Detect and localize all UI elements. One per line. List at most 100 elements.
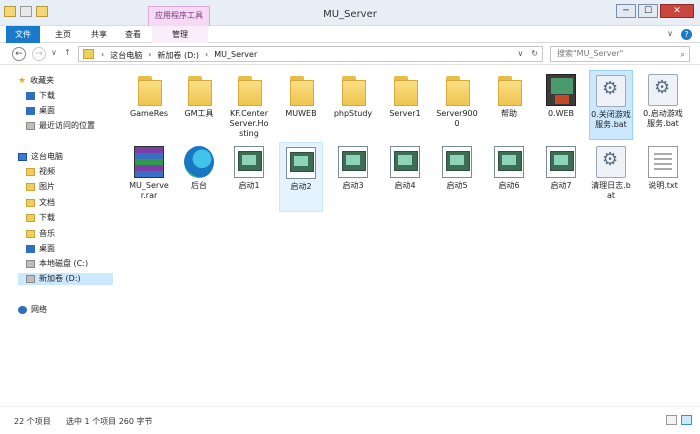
file-item[interactable]: Server1 (383, 70, 427, 140)
shortcut-icon (286, 147, 316, 179)
edge-browser-icon (184, 146, 214, 178)
file-item[interactable]: 启动4 (383, 142, 427, 212)
videos-icon (26, 168, 35, 176)
file-item[interactable]: 0.启动游戏服务.bat (641, 70, 685, 140)
shortcut-icon (338, 146, 368, 178)
window-controls: ─ ☐ ✕ (616, 4, 694, 18)
folder-icon (83, 49, 94, 59)
file-item[interactable]: 0.WEB (539, 70, 583, 140)
file-item[interactable]: MU_Server.rar (127, 142, 171, 212)
file-item[interactable]: 帮助 (487, 70, 531, 140)
sidebar-item-this-pc[interactable]: 这台电脑 (18, 151, 63, 163)
tab-share[interactable]: 共享 (84, 26, 114, 43)
minimize-button[interactable]: ─ (616, 4, 636, 18)
shortcut-icon (390, 146, 420, 178)
refresh-icon[interactable]: ↻ (531, 49, 538, 58)
address-bar[interactable]: › 这台电脑 › 新加卷 (D:) › MU_Server ∨ ↻ (78, 46, 543, 62)
sidebar-item-documents[interactable]: 文档 (26, 197, 55, 209)
help-icon[interactable]: ? (681, 29, 692, 40)
forward-button[interactable]: → (32, 47, 46, 61)
file-item[interactable]: 说明.txt (641, 142, 685, 212)
folder-icon (184, 74, 214, 106)
address-tail: ∨ ↻ (517, 49, 538, 58)
crumb-drive-d[interactable]: 新加卷 (D:) (157, 50, 199, 61)
file-item[interactable]: Server9000 (435, 70, 479, 140)
file-list: GameRes GM工具 KF.CenterServer.Hosting MUW… (113, 66, 700, 406)
search-icon: ⌕ (680, 50, 685, 59)
web-app-icon (546, 74, 576, 106)
sidebar-item-music[interactable]: 音乐 (26, 228, 55, 240)
crumb-this-pc[interactable]: 这台电脑 (110, 50, 142, 61)
file-item[interactable]: GM工具 (177, 70, 221, 140)
sidebar-item-drive-c[interactable]: 本地磁盘 (C:) (26, 258, 88, 270)
status-bar: 22 个项目 选中 1 个项目 260 字节 (0, 406, 700, 434)
expand-ribbon-icon[interactable]: ∨ (667, 29, 673, 40)
file-item[interactable]: KF.CenterServer.Hosting (227, 70, 271, 140)
file-item[interactable]: phpStudy (331, 70, 375, 140)
file-item[interactable]: GameRes (127, 70, 171, 140)
file-item[interactable]: MUWEB (279, 70, 323, 140)
details-view-icon[interactable] (666, 415, 677, 425)
view-switcher (666, 415, 692, 425)
sidebar-item-recent[interactable]: 最近访问的位置 (26, 120, 95, 132)
large-icons-view-icon[interactable] (681, 415, 692, 425)
batch-file-icon (648, 74, 678, 106)
selection-info: 选中 1 个项目 260 字节 (66, 417, 153, 426)
download-icon (26, 214, 35, 222)
tab-manage[interactable]: 管理 (152, 26, 208, 43)
folder-icon (234, 74, 264, 106)
file-item[interactable]: 后台 (177, 142, 221, 212)
sidebar-item-pc-desktop[interactable]: 桌面 (26, 243, 55, 255)
ribbon-right: ∨ ? (667, 29, 692, 40)
folder-icon (286, 74, 316, 106)
address-dropdown-icon[interactable]: ∨ (517, 49, 523, 58)
recent-dropdown-icon[interactable]: ∨ (51, 48, 57, 57)
text-file-icon (648, 146, 678, 178)
window-title: MU_Server (323, 9, 377, 20)
sidebar-item-favorites[interactable]: ★ 收藏夹 (18, 75, 54, 87)
file-item[interactable]: 启动2 (279, 142, 323, 212)
desktop-icon (26, 107, 35, 115)
shortcut-icon (234, 146, 264, 178)
file-item[interactable]: 启动6 (487, 142, 531, 212)
tab-file[interactable]: 文件 (6, 26, 40, 43)
sidebar-item-drive-d[interactable]: 新加卷 (D:) (18, 273, 113, 285)
star-icon: ★ (18, 76, 27, 86)
folder-icon (442, 74, 472, 106)
tab-view[interactable]: 查看 (118, 26, 148, 43)
sidebar-item-network[interactable]: 网络 (18, 304, 47, 316)
title-bar: 应用程序工具 MU_Server ─ ☐ ✕ (0, 0, 700, 26)
item-count: 22 个项目 (14, 417, 51, 426)
sidebar-item-videos[interactable]: 视频 (26, 166, 55, 178)
search-input[interactable]: 搜索"MU_Server" ⌕ (550, 46, 690, 62)
shortcut-icon (442, 146, 472, 178)
file-item[interactable]: 启动5 (435, 142, 479, 212)
sidebar-item-pc-downloads[interactable]: 下载 (26, 212, 55, 224)
tab-home[interactable]: 主页 (48, 26, 78, 43)
breadcrumb: › 这台电脑 › 新加卷 (D:) › MU_Server (101, 50, 258, 61)
download-icon (26, 92, 35, 100)
maximize-button[interactable]: ☐ (638, 4, 658, 18)
crumb-mu-server[interactable]: MU_Server (214, 50, 257, 61)
up-button[interactable]: ↑ (64, 48, 71, 57)
folder-icon (390, 74, 420, 106)
file-item[interactable]: 启动3 (331, 142, 375, 212)
file-item[interactable]: 清理日志.bat (589, 142, 633, 212)
recent-places-icon (26, 122, 35, 130)
file-item[interactable]: 启动1 (227, 142, 271, 212)
computer-icon (18, 153, 27, 161)
navigation-pane: ★ 收藏夹 下载 桌面 最近访问的位置 这台电脑 视频 图片 文档 下载 音乐 … (0, 66, 113, 406)
address-row: ← → ∨ ↑ › 这台电脑 › 新加卷 (D:) › MU_Server ∨ … (0, 43, 700, 65)
shortcut-icon (494, 146, 524, 178)
documents-icon (26, 199, 35, 207)
back-button[interactable]: ← (12, 47, 26, 61)
sidebar-item-pictures[interactable]: 图片 (26, 181, 55, 193)
pictures-icon (26, 183, 35, 191)
close-button[interactable]: ✕ (660, 4, 694, 18)
sidebar-item-desktop[interactable]: 桌面 (26, 105, 55, 117)
sidebar-item-downloads[interactable]: 下载 (26, 90, 55, 102)
batch-file-icon (596, 75, 626, 107)
file-item[interactable]: 启动7 (539, 142, 583, 212)
network-icon (18, 306, 27, 314)
file-item[interactable]: 0.关闭游戏服务.bat (589, 70, 633, 140)
